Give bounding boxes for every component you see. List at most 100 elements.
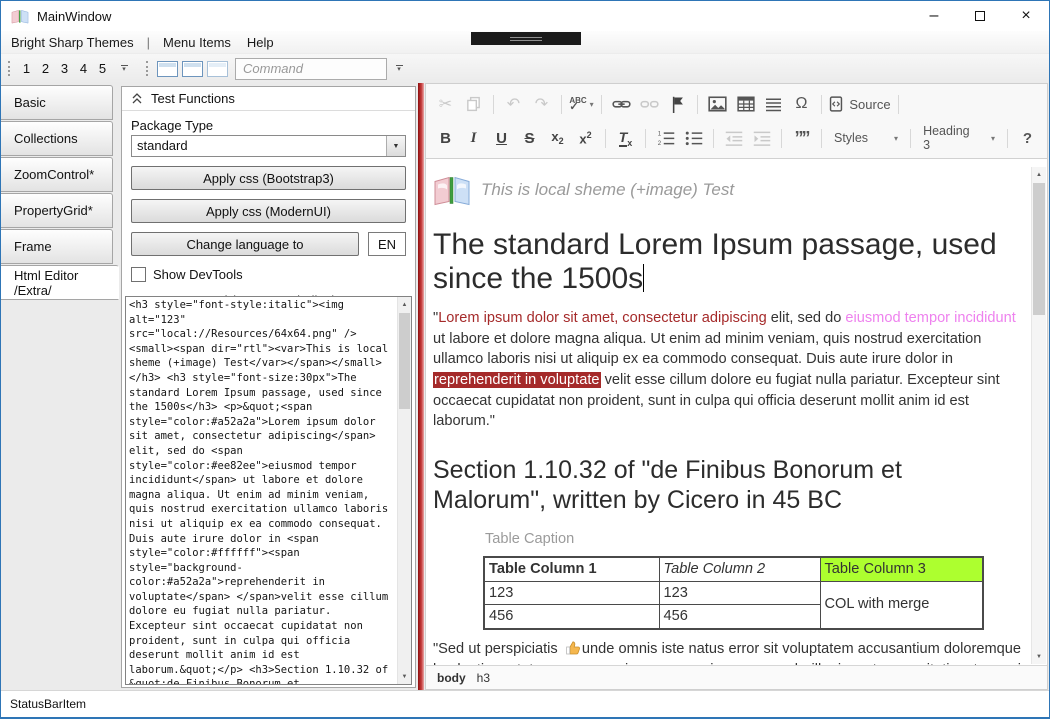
html-source-textarea[interactable]: <h3 style="font-style:italic"><img alt="… (126, 297, 397, 684)
strikethrough-button[interactable]: S (516, 125, 543, 152)
format-label: Heading 3 (923, 124, 979, 152)
scroll-down-icon[interactable]: ▼ (1032, 649, 1046, 664)
path-body[interactable]: body (437, 671, 466, 685)
image-icon (708, 96, 727, 112)
table-cell: 456 (484, 605, 659, 629)
table-header-3: Table Column 3 (820, 557, 983, 581)
underline-button[interactable]: U (488, 125, 515, 152)
cut-button[interactable]: ✂ (432, 91, 459, 118)
menu-menu-items[interactable]: Menu Items (155, 31, 239, 53)
source-button[interactable]: Source (828, 91, 892, 118)
menu-help[interactable]: Help (239, 31, 282, 53)
maximize-button[interactable] (957, 1, 1003, 31)
package-type-label: Package Type (131, 118, 406, 133)
toolbar-grip[interactable] (8, 61, 12, 76)
toolbar-button-4[interactable]: 4 (74, 61, 93, 76)
blockquote-button[interactable]: ”” (788, 125, 815, 152)
editor-content[interactable]: This is local sheme (+image) Test The st… (426, 159, 1047, 665)
window-layout-icon-2[interactable] (182, 61, 203, 77)
bold-button[interactable]: B (432, 125, 459, 152)
italic-button[interactable]: I (460, 125, 487, 152)
unlink-button[interactable] (636, 91, 663, 118)
horizontal-line-button[interactable] (760, 91, 787, 118)
path-h3[interactable]: h3 (477, 671, 490, 685)
window-layout-icon-1[interactable] (157, 61, 178, 77)
toolbar-button-2[interactable]: 2 (36, 61, 55, 76)
redo-button[interactable]: ↷ (528, 91, 555, 118)
floating-grip-bar[interactable] (471, 32, 581, 45)
tab-basic[interactable]: Basic (1, 85, 113, 120)
tab-frame[interactable]: Frame (1, 229, 113, 264)
subtitle-row: This is local sheme (+image) Test (433, 175, 1021, 206)
svg-text:2: 2 (657, 141, 661, 146)
elements-path-bar: body h3 (426, 665, 1047, 689)
combo-dropdown-button[interactable]: ▼ (386, 136, 405, 156)
toolbar-grip[interactable] (146, 61, 150, 76)
language-input[interactable]: EN (368, 232, 406, 256)
command-input[interactable]: Command (235, 58, 387, 80)
undo-button[interactable]: ↶ (500, 91, 527, 118)
numbered-list-button[interactable]: 12 (652, 125, 679, 152)
title-bar: MainWindow – × (1, 1, 1049, 31)
package-type-combobox[interactable]: standard ▼ (131, 135, 406, 157)
toolbar-command: Command ▾ (141, 56, 408, 82)
format-dropdown[interactable]: Heading 3 ▾ (917, 125, 1001, 152)
close-button[interactable]: × (1003, 1, 1049, 31)
status-bar: StatusBarItem (1, 690, 1049, 717)
window-layout-icon-3[interactable] (207, 61, 228, 77)
scroll-up-icon[interactable]: ▲ (1032, 167, 1046, 182)
superscript-button[interactable]: x2 (572, 125, 599, 152)
editor-scrollbar[interactable]: ▲ ▼ (1031, 167, 1046, 664)
toolbar-button-5[interactable]: 5 (93, 61, 112, 76)
scroll-up-icon[interactable]: ▲ (398, 297, 411, 312)
spellcheck-button[interactable]: ABC✓ ▾ (568, 91, 595, 118)
bulleted-list-button[interactable] (680, 125, 707, 152)
flag-icon (670, 96, 685, 113)
tab-html-editor[interactable]: Html Editor /Extra/ (1, 265, 119, 300)
show-devtools-checkbox[interactable] (131, 267, 146, 282)
insert-table-button[interactable] (732, 91, 759, 118)
thumbs-up-icon (565, 640, 581, 656)
table-row: 123 123 COL with merge (484, 581, 983, 605)
table-icon (737, 96, 755, 112)
expander-header[interactable]: Test Functions (122, 87, 415, 111)
editor-toolbar-row-2: B I U S x2 x2 Tx 12 ”” (432, 121, 1041, 155)
chevron-down-icon: ▾ (991, 134, 995, 143)
textarea-scrollbar[interactable]: ▲ ▼ (397, 297, 411, 684)
apply-modernui-button[interactable]: Apply css (ModernUI) (131, 199, 406, 223)
about-button[interactable]: ? (1014, 125, 1041, 152)
copy-button[interactable] (460, 91, 487, 118)
table-header-row: Table Column 1 Table Column 2 Table Colu… (484, 557, 983, 581)
indent-button[interactable] (748, 125, 775, 152)
window-title: MainWindow (37, 9, 111, 24)
tab-collections[interactable]: Collections (1, 121, 113, 156)
minimize-button[interactable]: – (911, 1, 957, 31)
subtitle-text: This is local sheme (+image) Test (481, 178, 734, 202)
styles-dropdown[interactable]: Styles ▾ (828, 125, 904, 152)
change-language-button[interactable]: Change language to (131, 232, 359, 256)
menu-bright-sharp-themes[interactable]: Bright Sharp Themes (3, 31, 142, 53)
scrollbar-thumb[interactable] (1033, 183, 1045, 315)
remove-format-button[interactable]: Tx (612, 125, 639, 152)
special-char-button[interactable]: Ω (788, 91, 815, 118)
insert-image-button[interactable] (704, 91, 731, 118)
brown-text: Lorem ipsum dolor sit amet, consectetur … (438, 310, 767, 326)
toolbar-overflow-button[interactable]: ▾ (392, 65, 406, 72)
scroll-down-icon[interactable]: ▼ (398, 669, 411, 684)
grid-splitter[interactable] (418, 83, 424, 690)
chevron-down-icon: ▾ (590, 100, 594, 109)
spellcheck-icon: ABC✓ (569, 97, 586, 111)
toolbar-button-1[interactable]: 1 (17, 61, 36, 76)
toolbar-overflow-button[interactable]: ▾ (117, 65, 131, 72)
link-button[interactable] (608, 91, 635, 118)
unlink-icon (640, 96, 659, 112)
anchor-button[interactable] (664, 91, 691, 118)
apply-bootstrap-button[interactable]: Apply css (Bootstrap3) (131, 166, 406, 190)
scrollbar-thumb[interactable] (399, 313, 410, 409)
tab-propertygrid[interactable]: PropertyGrid* (1, 193, 113, 228)
subscript-button[interactable]: x2 (544, 125, 571, 152)
tab-zoomcontrol[interactable]: ZoomControl* (1, 157, 113, 192)
toolbar-button-3[interactable]: 3 (55, 61, 74, 76)
subscript-icon: x2 (551, 129, 563, 148)
outdent-button[interactable] (720, 125, 747, 152)
